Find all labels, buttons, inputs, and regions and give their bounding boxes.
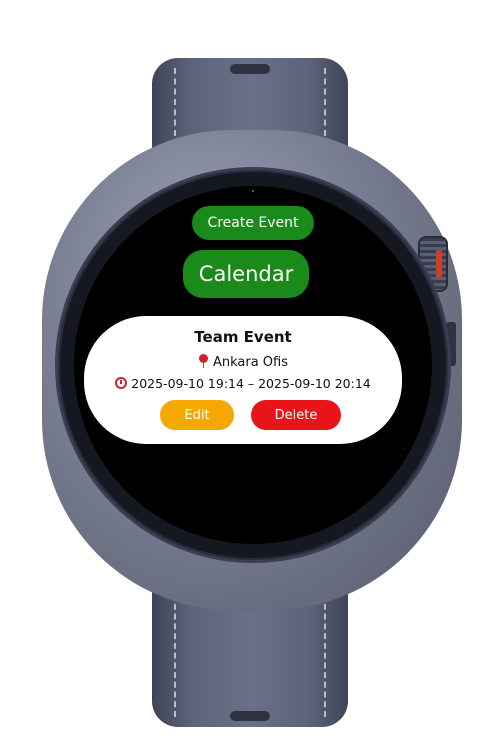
strap-notch [230, 64, 270, 74]
event-time-row: 2025-09-10 19:14 – 2025-09-10 20:14 [84, 376, 402, 391]
event-time-range: 2025-09-10 19:14 – 2025-09-10 20:14 [131, 376, 371, 391]
watch-device: Create Event Calendar Team Event Ankara … [0, 0, 500, 750]
event-location: Ankara Ofis [212, 355, 289, 370]
pin-icon [198, 354, 210, 368]
edit-button[interactable]: Edit [160, 400, 234, 430]
watch-screen: Create Event Calendar Team Event Ankara … [80, 192, 426, 538]
event-title: Team Event [194, 328, 292, 346]
create-event-button[interactable]: Create Event [192, 206, 314, 240]
strap-notch [230, 711, 270, 721]
alarm-clock-icon [115, 377, 128, 389]
calendar-title-button[interactable]: Calendar [183, 250, 309, 298]
delete-button[interactable]: Delete [251, 400, 341, 430]
event-card[interactable]: Team Event Ankara Ofis 2025-09-10 19:14 … [84, 316, 402, 444]
event-location-row: Ankara Ofis [84, 354, 402, 370]
crown-accent-ring [436, 250, 442, 278]
